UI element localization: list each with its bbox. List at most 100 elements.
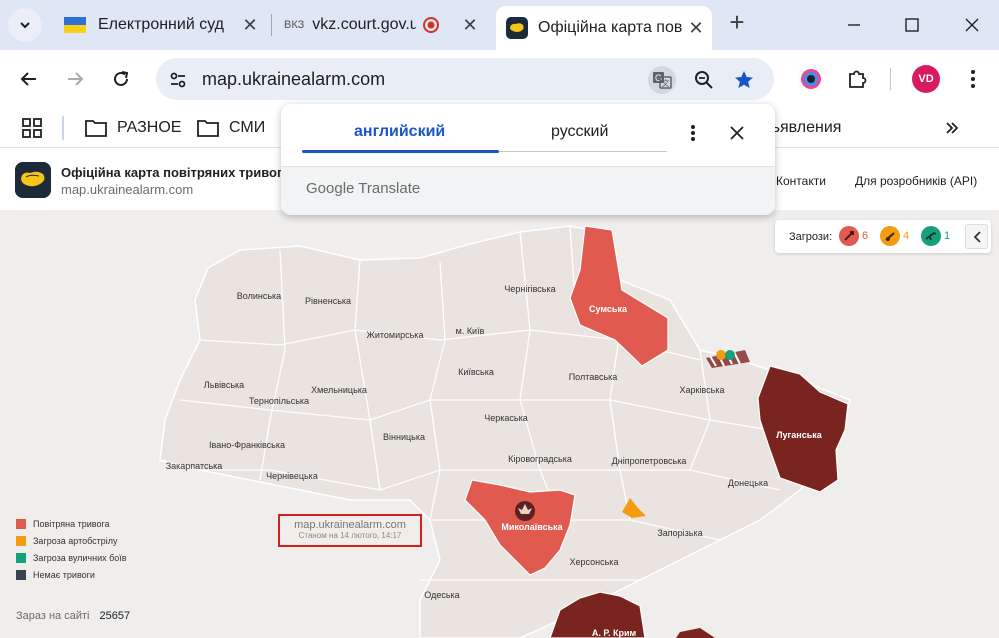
more-vert-icon: [691, 125, 695, 141]
puzzle-icon: [849, 70, 867, 88]
site-logo[interactable]: [15, 162, 51, 198]
site-domain: map.ukrainealarm.com: [61, 182, 194, 197]
tab-separator: [271, 14, 272, 36]
threat-street-fighting[interactable]: 1: [921, 226, 950, 246]
reload-icon: [114, 71, 129, 86]
reload-button[interactable]: [106, 64, 136, 94]
bookmark-label: ъявления: [770, 119, 842, 136]
bookmarks-divider: [62, 116, 64, 140]
translate-close-button[interactable]: [727, 123, 747, 143]
close-icon: [730, 126, 744, 140]
bookmark-item-announcements[interactable]: ъявления: [770, 116, 841, 140]
nav-developers-api[interactable]: Для розробників (API): [855, 174, 977, 188]
maximize-button[interactable]: [897, 10, 927, 40]
apps-button[interactable]: [22, 116, 42, 140]
threat-count: 4: [903, 230, 910, 242]
bookmark-folder-raznoe[interactable]: РАЗНОЕ: [85, 116, 181, 140]
gun-icon: [921, 226, 941, 246]
translate-tab-russian[interactable]: русский: [551, 123, 608, 141]
legend-swatch: [16, 569, 26, 580]
bookmark-folder-smi[interactable]: СМИ: [197, 116, 265, 140]
star-icon: [735, 71, 753, 88]
label-crimea: А. Р. Крим: [592, 628, 637, 638]
forward-button[interactable]: [60, 64, 90, 94]
legend-item-air-alert: Повітряна тривога: [16, 515, 127, 532]
close-tab-icon[interactable]: ✕: [686, 18, 706, 38]
threat-count: 6: [862, 230, 869, 242]
map-legend: Повітряна тривога Загроза артобстрілу За…: [16, 515, 127, 583]
tab-divider: [499, 151, 667, 152]
legend-item-artillery: Загроза артобстрілу: [16, 532, 127, 549]
back-button[interactable]: [14, 64, 44, 94]
address-bar[interactable]: map.ukrainealarm.com G文: [156, 58, 774, 100]
svg-text:文: 文: [662, 78, 670, 88]
site-title: Офіційна карта повітряних тривог Укр: [61, 165, 309, 180]
url-text: map.ukrainealarm.com: [202, 69, 386, 89]
ukraine-flag-icon: [64, 17, 86, 33]
active-tab-indicator: [302, 150, 499, 153]
google-translate-brand: Google Translate: [306, 180, 421, 197]
translate-options-button[interactable]: [686, 122, 700, 144]
double-chevron-right-icon: [946, 122, 959, 134]
recording-icon: [423, 17, 440, 33]
label-poltava: Полтавська: [569, 372, 618, 382]
bookmarks-overflow-button[interactable]: [944, 116, 960, 140]
tab-alarm-map[interactable]: Офіційна карта пов ✕: [496, 6, 712, 50]
label-vinnytsia: Вінницька: [383, 432, 425, 442]
translate-icon: G文: [653, 72, 672, 89]
profile-avatar[interactable]: VD: [912, 65, 940, 93]
minimize-button[interactable]: [839, 10, 869, 40]
collapse-panel-button[interactable]: [965, 224, 988, 249]
ukraine-map[interactable]: Волинська Рівненська Житомирська м. Київ…: [0, 210, 999, 638]
new-tab-button[interactable]: +: [724, 9, 750, 36]
label-luhansk: Луганська: [776, 430, 823, 440]
browser-toolbar: map.ukrainealarm.com G文 VD: [0, 50, 999, 108]
bookmark-star-button[interactable]: [730, 66, 758, 94]
browser-menu-button[interactable]: [958, 64, 988, 94]
ukraine-map-logo-icon: [15, 162, 51, 198]
label-zhytomyr: Житомирська: [367, 330, 424, 340]
legend-swatch: [16, 552, 26, 563]
nav-contacts[interactable]: Контакти: [776, 174, 826, 188]
threats-panel: Загрози: 6 4 1: [775, 220, 991, 253]
extension-button[interactable]: [796, 64, 826, 94]
tab-search-button[interactable]: [8, 8, 42, 42]
legend-item-no-alert: Немає тривоги: [16, 566, 127, 583]
bookmark-label: СМИ: [229, 119, 266, 136]
label-khmelnytskyi: Хмельницька: [311, 385, 367, 395]
online-counter: Зараз на сайті 25657: [16, 610, 130, 622]
more-vert-icon: [971, 70, 975, 88]
zoom-out-icon: [695, 71, 713, 89]
threat-artillery[interactable]: 4: [880, 226, 909, 246]
label-zakarpattia: Закарпатська: [166, 461, 223, 471]
online-count: 25657: [99, 610, 131, 622]
translate-tab-english[interactable]: английский: [354, 123, 445, 141]
tab-vkz-court[interactable]: ВКЗ vkz.court.gov.ua ✕: [280, 6, 486, 44]
timestamp-stamp: map.ukrainealarm.com Станом на 14 лютого…: [278, 514, 422, 547]
artillery-icon: [880, 226, 900, 246]
tab-title: Електронний суд: [98, 16, 225, 33]
close-icon: [965, 18, 979, 32]
zoom-button[interactable]: [690, 66, 718, 94]
bookmark-label: РАЗНОЕ: [117, 119, 182, 136]
threat-rocket[interactable]: 6: [839, 226, 868, 246]
tune-icon: [170, 72, 186, 88]
close-tab-icon[interactable]: ✕: [460, 15, 480, 35]
label-chernihiv: Чернігівська: [504, 284, 555, 294]
arrow-left-icon: [20, 72, 36, 86]
label-rivne: Рівненська: [305, 296, 351, 306]
stamp-domain: map.ukrainealarm.com: [294, 519, 406, 531]
close-tab-icon[interactable]: ✕: [240, 15, 260, 35]
site-info-button[interactable]: [164, 66, 192, 94]
translate-button[interactable]: G文: [648, 66, 676, 94]
tab-electronic-court[interactable]: Електронний суд ✕: [56, 6, 266, 44]
extensions-menu-button[interactable]: [842, 64, 872, 94]
label-mykolaiv: Миколаївська: [501, 522, 563, 532]
close-window-button[interactable]: [957, 10, 987, 40]
arrow-right-icon: [68, 72, 84, 86]
alarm-map[interactable]: Волинська Рівненська Житомирська м. Київ…: [0, 210, 999, 638]
alarm-map-favicon-icon: [506, 17, 528, 39]
threats-label: Загрози:: [789, 231, 833, 243]
explosion-marker-icon: [515, 501, 535, 521]
chevron-left-icon: [973, 230, 981, 243]
